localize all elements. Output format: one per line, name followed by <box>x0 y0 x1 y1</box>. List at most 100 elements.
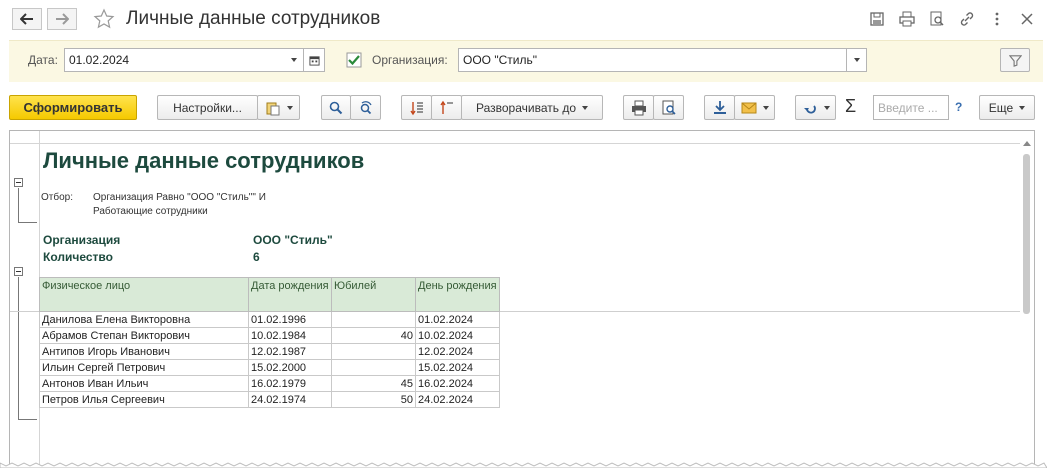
group-bracket <box>18 277 19 419</box>
find-button[interactable] <box>321 95 351 120</box>
arrow-left-icon <box>20 13 33 25</box>
chevron-down-icon <box>582 105 588 110</box>
column-header-birth-date: Дата рождения <box>248 277 332 312</box>
search-icon <box>329 101 343 114</box>
cell-person[interactable]: Абрамов Степан Викторович <box>39 327 249 344</box>
date-input[interactable]: 01.02.2024 <box>64 48 285 72</box>
cell-person[interactable]: Антонов Иван Ильич <box>39 375 249 392</box>
cell-jubilee[interactable]: 40 <box>331 327 416 344</box>
send-email-button[interactable] <box>734 95 775 120</box>
print-button[interactable] <box>623 95 654 120</box>
table-row[interactable]: Абрамов Степан Викторович 10.02.1984 40 10.… <box>39 327 500 344</box>
cell-birthday[interactable]: 24.02.2024 <box>415 391 500 408</box>
table-row[interactable]: Ильин Сергей Петрович 15.02.2000 15.02.202… <box>39 359 500 376</box>
forward-button[interactable] <box>47 8 77 30</box>
table-row[interactable]: Петров Илья Сергеевич 24.02.1974 50 24.02.2… <box>39 391 500 408</box>
cell-birthday[interactable]: 10.02.2024 <box>415 327 500 344</box>
print-preview-button[interactable] <box>653 95 684 120</box>
count-caption: Количество <box>43 250 113 264</box>
organization-caption: Организация <box>43 233 121 247</box>
calendar-icon <box>308 55 320 66</box>
table-row[interactable]: Антипов Игорь Иванович 12.02.1987 12.02.20… <box>39 343 500 360</box>
preview-icon[interactable] <box>928 10 946 28</box>
cell-birthday[interactable]: 16.02.2024 <box>415 375 500 392</box>
save-icon[interactable] <box>868 10 886 28</box>
variant-button[interactable] <box>257 95 300 120</box>
more-vertical-icon[interactable] <box>988 10 1006 28</box>
chevron-down-icon <box>823 105 830 110</box>
column-header-jubilee: Юбилей <box>331 277 416 312</box>
close-icon[interactable] <box>1018 10 1036 28</box>
filter-button[interactable] <box>1000 48 1030 72</box>
arrow-right-icon <box>56 13 69 25</box>
scroll-up-icon[interactable] <box>1023 141 1031 146</box>
organization-input[interactable]: ООО "Стиль" <box>458 48 847 72</box>
undo-button[interactable] <box>795 95 836 120</box>
table-row[interactable]: Данилова Елена Викторовна 01.02.1996 01.02… <box>39 311 500 328</box>
collapse-all-button[interactable] <box>431 95 462 120</box>
cell-person[interactable]: Данилова Елена Викторовна <box>39 311 249 328</box>
cell-birth-date[interactable]: 15.02.2000 <box>248 359 332 376</box>
collapse-rows-icon <box>439 100 453 114</box>
chevron-down-icon <box>853 58 860 62</box>
expand-all-button[interactable] <box>401 95 432 120</box>
cell-birth-date[interactable]: 16.02.1979 <box>248 375 332 392</box>
table-row[interactable]: Антонов Иван Ильич 16.02.1979 45 16.02.2024 <box>39 375 500 392</box>
expand-to-button[interactable]: Разворачивать до <box>461 95 603 120</box>
undo-arrow-icon <box>803 104 816 114</box>
organization-checkbox[interactable] <box>346 52 362 68</box>
date-dropdown-button[interactable] <box>284 48 304 72</box>
report-document[interactable]: Личные данные сотрудников Отбор: Организ… <box>9 130 1035 468</box>
cell-birthday[interactable]: 12.02.2024 <box>415 343 500 360</box>
group-collapse-icon[interactable] <box>14 178 23 187</box>
cell-birth-date[interactable]: 12.02.1987 <box>248 343 332 360</box>
calendar-button[interactable] <box>303 48 325 72</box>
cell-birthday[interactable]: 15.02.2024 <box>415 359 500 376</box>
help-button[interactable]: ? <box>955 100 962 114</box>
chevron-down-icon <box>762 105 769 110</box>
cell-jubilee[interactable]: 50 <box>331 391 416 408</box>
cell-birthday[interactable]: 01.02.2024 <box>415 311 500 328</box>
cell-birth-date[interactable]: 24.02.1974 <box>248 391 332 408</box>
cell-jubilee[interactable]: 45 <box>331 375 416 392</box>
more-button[interactable]: Еще <box>979 95 1035 120</box>
expand-rows-icon <box>409 101 423 115</box>
filter-caption: Отбор: <box>41 192 73 203</box>
expand-to-label: Разворачивать до <box>475 100 576 115</box>
organization-value: ООО "Стиль" <box>253 233 333 247</box>
settings-button[interactable]: Настройки... <box>157 95 258 120</box>
favorite-star-icon[interactable] <box>93 8 115 30</box>
cell-jubilee[interactable] <box>331 311 416 328</box>
generate-button[interactable]: Сформировать <box>9 95 137 120</box>
vertical-scrollbar[interactable] <box>1023 151 1031 468</box>
cell-birth-date[interactable]: 01.02.1996 <box>248 311 332 328</box>
search-input[interactable]: Введите ... <box>873 95 949 120</box>
cell-jubilee[interactable] <box>331 343 416 360</box>
group-bracket <box>18 419 37 420</box>
find-next-button[interactable] <box>350 95 381 120</box>
sum-icon[interactable]: Σ <box>845 96 856 117</box>
cell-person[interactable]: Ильин Сергей Петрович <box>39 359 249 376</box>
cell-person[interactable]: Антипов Игорь Иванович <box>39 343 249 360</box>
group-collapse-icon[interactable] <box>14 267 23 276</box>
cell-birth-date[interactable]: 10.02.1984 <box>248 327 332 344</box>
cell-jubilee[interactable] <box>331 359 416 376</box>
organization-label: Организация: <box>372 53 448 67</box>
cell-person[interactable]: Петров Илья Сергеевич <box>39 391 249 408</box>
chevron-down-icon <box>1019 105 1026 110</box>
funnel-icon <box>1008 54 1022 67</box>
torn-edge <box>0 462 1047 468</box>
title-bar: Личные данные сотрудников <box>0 0 1047 40</box>
print-icon[interactable] <box>898 10 916 28</box>
back-button[interactable] <box>12 8 42 30</box>
group-bracket <box>18 222 37 223</box>
link-icon[interactable] <box>958 10 976 28</box>
save-to-file-button[interactable] <box>704 95 735 120</box>
chevron-down-icon <box>290 58 297 62</box>
scrollbar-thumb[interactable] <box>1023 154 1030 314</box>
filter-condition-line2: Работающие сотрудники <box>93 206 208 217</box>
filter-condition-line1: Организация Равно "ООО "Стиль"" И <box>93 192 266 203</box>
organization-dropdown-button[interactable] <box>847 48 867 72</box>
column-header-person: Физическое лицо <box>39 277 249 312</box>
table-header-row: Физическое лицо Дата рождения Юбилей Ден… <box>39 277 500 312</box>
